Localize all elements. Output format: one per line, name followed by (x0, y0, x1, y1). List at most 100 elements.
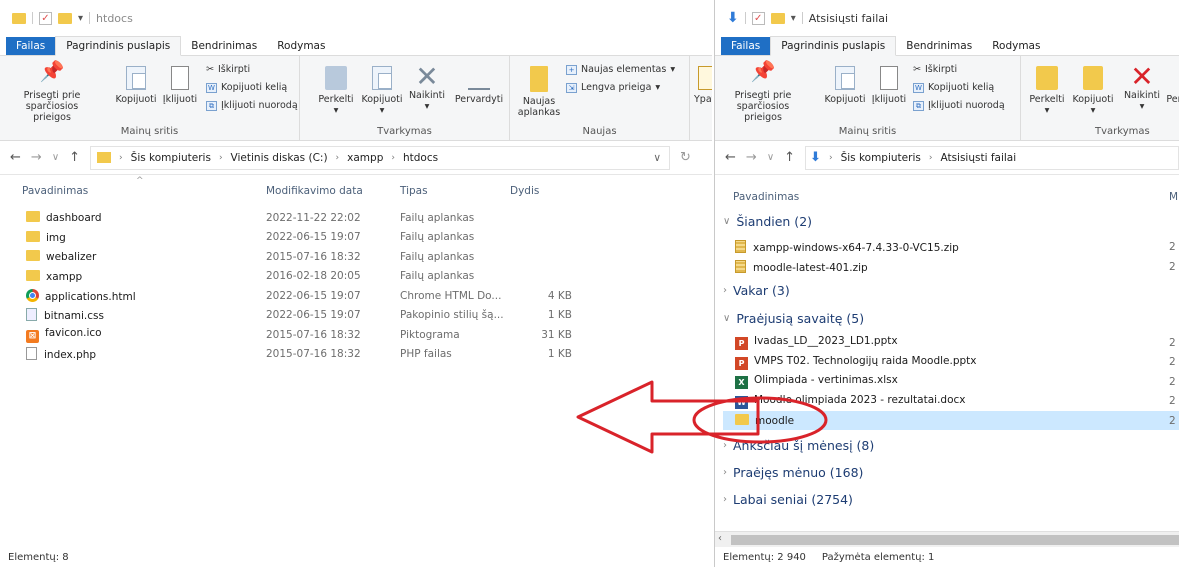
group-header[interactable]: ∨ Praėjusią savaitę (5) (723, 311, 864, 326)
horizontal-scrollbar[interactable]: ‹ (715, 531, 1179, 547)
breadcrumb[interactable]: ⬇ › Šis kompiuteris › Atsisiųsti failai (805, 145, 1179, 170)
refresh-icon[interactable]: ↻ (680, 150, 691, 165)
forward-arrow-icon[interactable]: → (746, 150, 757, 165)
copy-button[interactable]: Kopijuoti (821, 66, 869, 105)
tab-view[interactable]: Rodymas (267, 37, 335, 55)
file-icon (26, 347, 37, 360)
paste-shortcut-button[interactable]: ⧉ Įklijuoti nuorodą (913, 100, 1005, 111)
up-arrow-icon[interactable]: ↑ (784, 150, 795, 165)
chevron-down-icon[interactable]: ▾ (791, 13, 796, 24)
tab-share[interactable]: Bendrinimas (181, 37, 267, 55)
breadcrumb[interactable]: › Šis kompiuteris › Vietinis diskas (C:)… (90, 145, 671, 170)
column-name[interactable]: Pavadinimas (733, 191, 799, 203)
new-folder-icon[interactable] (58, 12, 72, 24)
tab-home[interactable]: Pagrindinis puslapis (770, 36, 897, 56)
chevron-down-icon[interactable]: ∨ (723, 313, 730, 324)
file-row[interactable]: X Olimpiada - vertinimas.xlsx 2 (723, 372, 1179, 391)
copy-button[interactable]: Kopijuoti (112, 66, 160, 105)
properties-icon[interactable]: ✓ (751, 11, 765, 25)
properties-button[interactable]: Ypatyb (694, 66, 712, 105)
forward-arrow-icon[interactable]: → (31, 150, 42, 165)
back-arrow-icon[interactable]: ← (10, 150, 21, 165)
new-folder-button[interactable]: Naujas aplankas (516, 66, 562, 118)
chevron-down-icon[interactable]: ∨ (723, 216, 730, 227)
rename-button[interactable]: Per (1163, 66, 1179, 105)
copy-to-button[interactable]: Kopijuoti ▾ (358, 66, 406, 116)
breadcrumb-item[interactable]: Šis kompiuteris (131, 152, 211, 164)
column-modified[interactable]: Modifikavimo data (266, 185, 363, 197)
copy-path-button[interactable]: W Kopijuoti kelią (913, 82, 994, 93)
file-row[interactable]: bitnami.css 2022-06-15 19:07 Pakopinio sti… (0, 306, 712, 325)
breadcrumb-item[interactable]: Vietinis diskas (C:) (231, 152, 328, 164)
group-header[interactable]: ∨ Šiandien (2) (723, 214, 812, 229)
cut-button[interactable]: ✂ Iškirpti (206, 64, 250, 75)
tab-share[interactable]: Bendrinimas (896, 37, 982, 55)
group-header[interactable]: › Anksčiau šį mėnesį (8) (723, 438, 874, 453)
rename-button[interactable]: Pervardyti (450, 66, 508, 105)
recent-chevron-icon[interactable]: ∨ (767, 152, 774, 163)
new-item-button[interactable]: + Naujas elementas ▾ (566, 64, 675, 75)
breadcrumb-item[interactable]: xampp (347, 152, 383, 164)
move-label: Perkelti (1029, 94, 1065, 105)
chevron-right-icon[interactable]: › (723, 494, 727, 505)
up-arrow-icon[interactable]: ↑ (69, 150, 80, 165)
file-row[interactable]: moodle-latest-401.zip 2 (723, 257, 1179, 276)
copy-to-button[interactable]: Kopijuoti ▾ (1069, 66, 1117, 116)
file-date: 2015-07-16 18:32 (266, 348, 361, 360)
tab-home[interactable]: Pagrindinis puslapis (55, 36, 182, 56)
column-modified[interactable]: M (1169, 191, 1178, 203)
chevron-right-icon[interactable]: › (723, 440, 727, 451)
properties-icon[interactable]: ✓ (39, 11, 52, 25)
file-row[interactable]: dashboard 2022-11-22 22:02 Failų aplankas (0, 208, 712, 227)
new-folder-icon[interactable] (770, 12, 785, 24)
file-row[interactable]: applications.html 2022-06-15 19:07 Chrome … (0, 286, 712, 305)
breadcrumb-item[interactable]: Atsisiųsti failai (940, 152, 1016, 164)
group-header[interactable]: › Praėjęs mėnuo (168) (723, 465, 863, 480)
paste-button[interactable]: Įklijuoti (160, 66, 200, 105)
tab-file[interactable]: Failas (721, 37, 771, 55)
file-row[interactable]: ⊠ favicon.ico 2015-07-16 18:32 Piktograma 31… (0, 325, 712, 344)
delete-button[interactable]: ✕ Naikinti ▾ (406, 63, 448, 113)
chevron-right-icon[interactable]: › (723, 285, 727, 296)
chevron-down-icon[interactable]: ∨ (653, 152, 661, 164)
file-size: 1 KB (547, 309, 572, 321)
tab-view[interactable]: Rodymas (982, 37, 1050, 55)
file-row[interactable]: moodle 2 (723, 411, 1179, 430)
file-row[interactable]: index.php 2015-07-16 18:32 PHP failas 1 KB (0, 345, 712, 364)
file-name: VMPS T02. Technologijų raida Moodle.pptx (754, 354, 977, 367)
file-row[interactable]: P Ivadas_LD__2023_LD1.pptx 2 (723, 333, 1179, 352)
file-row[interactable]: webalizer 2015-07-16 18:32 Failų aplankas (0, 247, 712, 266)
recent-chevron-icon[interactable]: ∨ (52, 152, 59, 163)
delete-button[interactable]: ✕ Naikinti ▾ (1121, 63, 1163, 113)
cut-button[interactable]: ✂ Iškirpti (913, 64, 957, 75)
paste-button[interactable]: Įklijuoti (869, 66, 909, 105)
scrollbar-thumb[interactable] (731, 535, 1179, 545)
column-size[interactable]: Dydis (510, 185, 539, 197)
copy-path-button[interactable]: W Kopijuoti kelią (206, 82, 287, 93)
group-header[interactable]: › Vakar (3) (723, 283, 790, 298)
breadcrumb-item[interactable]: Šis kompiuteris (841, 152, 921, 164)
back-arrow-icon[interactable]: ← (725, 150, 736, 165)
chevron-right-icon[interactable]: › (723, 467, 727, 478)
move-to-button[interactable]: Perkelti ▾ (316, 66, 356, 116)
column-headers: Pavadinimas M (715, 186, 1179, 208)
group-header[interactable]: › Labai seniai (2754) (723, 492, 853, 507)
pin-quick-access-button[interactable]: 📌 Prisegti prie sparčiosios prieigos (721, 61, 805, 123)
move-to-button[interactable]: Perkelti ▾ (1027, 66, 1067, 116)
pin-label-2: sparčiosios prieigos (736, 101, 790, 123)
file-row[interactable]: xampp 2016-02-18 20:05 Failų aplankas (0, 267, 712, 286)
tab-file[interactable]: Failas (6, 37, 56, 55)
column-name[interactable]: Pavadinimas (22, 185, 88, 197)
file-date: 2 (1169, 356, 1176, 368)
breadcrumb-item[interactable]: htdocs (403, 152, 438, 164)
file-row[interactable]: P VMPS T02. Technologijų raida Moodle.ppt… (723, 353, 1179, 372)
column-type[interactable]: Tipas (400, 185, 428, 197)
pin-quick-access-button[interactable]: 📌 Prisegti prie sparčiosios prieigos (10, 61, 94, 123)
chevron-down-icon[interactable]: ▾ (78, 13, 83, 24)
file-row[interactable]: img 2022-06-15 19:07 Failų aplankas (0, 228, 712, 247)
file-row[interactable]: xampp-windows-x64-7.4.33-0-VC15.zip 2 (723, 237, 1179, 256)
easy-access-button[interactable]: ⇲ Lengva prieiga ▾ (566, 82, 660, 93)
scroll-left-icon[interactable]: ‹ (718, 533, 722, 544)
file-row[interactable]: W Moodle olimpiada 2023 - rezultatai.docx… (723, 392, 1179, 411)
paste-shortcut-button[interactable]: ⧉ Įklijuoti nuorodą (206, 100, 298, 111)
